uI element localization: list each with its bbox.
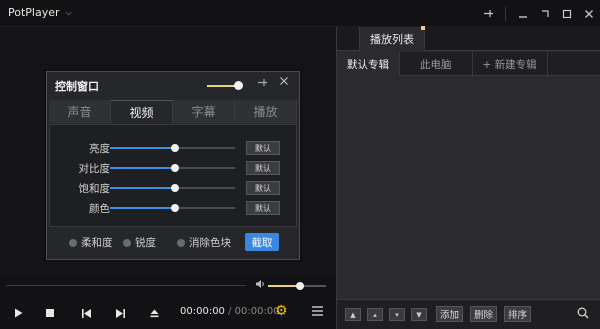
brightness-slider-knob[interactable]	[171, 144, 179, 152]
app-menu-button[interactable]: PotPlayer ⌵	[8, 6, 72, 19]
divider	[505, 6, 506, 21]
saturation-slider-knob[interactable]	[171, 184, 179, 192]
playlist-panel: 播放列表 默认专辑 此电脑 + 新建专辑 ▲ ▴ ▾ ▼ 添加 删除 排序	[336, 26, 600, 329]
playback-controls: 00:00:00 / 00:00:00 ⚙	[0, 295, 336, 329]
window-controls	[477, 0, 600, 27]
playlist-list[interactable]	[337, 77, 600, 299]
radio-icon[interactable]	[69, 238, 77, 247]
move-down-icon[interactable]: ▾	[389, 308, 405, 321]
minimize-icon[interactable]	[512, 0, 534, 27]
menu-icon[interactable]	[312, 305, 323, 319]
time-current: 00:00:00	[180, 306, 225, 317]
chevron-down-icon: ⌵	[65, 7, 72, 17]
search-icon[interactable]	[577, 307, 589, 322]
hue-slider[interactable]	[110, 204, 235, 212]
add-button[interactable]: 添加	[436, 306, 464, 322]
pin-icon[interactable]	[257, 77, 268, 91]
softness-label: 柔和度	[81, 237, 113, 249]
tab-audio[interactable]: 声音	[49, 100, 111, 123]
seekbar-area	[0, 275, 336, 295]
hue-label: 颜色	[89, 203, 110, 215]
gear-icon[interactable]: ⚙	[275, 303, 288, 319]
control-tabs: 声音 视频 字幕 播放	[49, 100, 297, 123]
capture-button[interactable]: 截取	[245, 233, 279, 251]
hue-reset-button[interactable]: 默认	[246, 201, 280, 215]
playlist-footer: ▲ ▴ ▾ ▼ 添加 删除 排序	[337, 299, 600, 329]
brightness-reset-button[interactable]: 默认	[246, 141, 280, 155]
control-window: 控制窗口 声音 视频 字幕 播放 亮度 默认 对比度 默认 饱和度 默认 颜色 …	[46, 71, 300, 260]
contrast-label: 对比度	[78, 163, 111, 175]
contrast-reset-button[interactable]: 默认	[246, 161, 280, 175]
volume-slider-knob[interactable]	[295, 282, 304, 290]
album-tab-this-pc[interactable]: 此电脑	[400, 52, 473, 76]
playlist-tab-bar: 播放列表	[337, 26, 600, 51]
saturation-reset-button[interactable]: 默认	[246, 181, 280, 195]
video-options-row: 柔和度 锐度 消除色块 截取	[49, 231, 297, 253]
next-icon[interactable]	[112, 305, 128, 321]
radio-icon[interactable]	[123, 238, 131, 247]
deblock-label: 消除色块	[189, 237, 231, 249]
radio-icon[interactable]	[177, 238, 185, 247]
stop-icon[interactable]	[42, 305, 58, 321]
contrast-slider[interactable]	[110, 164, 235, 172]
saturation-slider[interactable]	[110, 184, 235, 192]
album-tab-default[interactable]: 默认专辑	[337, 52, 400, 76]
close-icon[interactable]	[279, 75, 289, 89]
time-total: 00:00:00	[234, 306, 280, 317]
brightness-slider[interactable]	[110, 144, 235, 152]
tab-subtitle[interactable]: 字幕	[173, 100, 235, 123]
brightness-row: 亮度 默认	[50, 140, 298, 156]
play-icon[interactable]	[10, 305, 26, 321]
sort-button[interactable]: 排序	[504, 306, 532, 322]
hue-slider-knob[interactable]	[171, 204, 179, 212]
move-bottom-icon[interactable]: ▼	[411, 308, 427, 321]
app-title: PotPlayer	[8, 6, 60, 19]
contrast-row: 对比度 默认	[50, 160, 298, 176]
sharpness-label: 锐度	[135, 237, 156, 249]
hue-slider-fill	[110, 207, 175, 209]
deblock-option[interactable]: 消除色块	[177, 235, 231, 250]
tab-playback[interactable]: 播放	[235, 100, 297, 123]
control-window-volume-knob[interactable]	[234, 81, 243, 90]
video-settings-panel: 亮度 默认 对比度 默认 饱和度 默认 颜色 默认	[49, 124, 297, 227]
seek-bar[interactable]	[6, 285, 246, 286]
contrast-slider-knob[interactable]	[171, 164, 179, 172]
time-separator: /	[228, 306, 232, 317]
tab-video[interactable]: 视频	[111, 100, 173, 123]
pin-icon[interactable]	[477, 0, 499, 27]
saturation-label: 饱和度	[78, 183, 111, 195]
move-top-icon[interactable]: ▲	[345, 308, 361, 321]
new-album-button[interactable]: + 新建专辑	[473, 52, 548, 76]
eject-icon[interactable]	[146, 305, 162, 321]
saturation-slider-fill	[110, 187, 175, 189]
sharpness-option[interactable]: 锐度	[123, 235, 156, 250]
brightness-label: 亮度	[89, 143, 110, 155]
brightness-slider-fill	[110, 147, 175, 149]
saturation-row: 饱和度 默认	[50, 180, 298, 196]
maximize-icon[interactable]	[556, 0, 578, 27]
speaker-icon[interactable]	[255, 279, 266, 292]
softness-option[interactable]: 柔和度	[69, 235, 113, 250]
volume-slider[interactable]	[268, 282, 326, 290]
delete-button[interactable]: 删除	[470, 306, 498, 322]
playlist-album-tabs: 默认专辑 此电脑 + 新建专辑	[337, 52, 600, 76]
tab-playlist[interactable]: 播放列表	[359, 26, 425, 51]
close-icon[interactable]	[578, 0, 600, 27]
control-window-title: 控制窗口	[55, 80, 99, 93]
time-display: 00:00:00 / 00:00:00	[180, 306, 280, 317]
move-up-icon[interactable]: ▴	[367, 308, 383, 321]
title-bar: PotPlayer ⌵	[0, 0, 600, 27]
hue-row: 颜色 默认	[50, 200, 298, 216]
previous-icon[interactable]	[78, 305, 94, 321]
contrast-slider-fill	[110, 167, 175, 169]
compact-mode-icon[interactable]	[534, 0, 556, 27]
